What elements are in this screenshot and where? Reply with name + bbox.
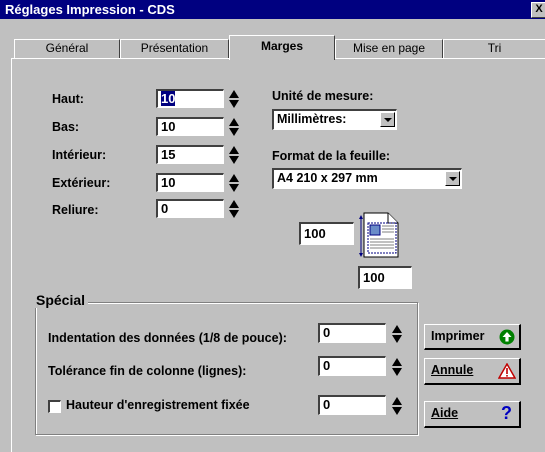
fixed-height-checkbox[interactable] [48, 400, 61, 413]
spinner-reliure[interactable] [229, 199, 240, 220]
paper-select[interactable]: A4 210 x 297 mm [272, 168, 462, 189]
label-haut: Haut: [52, 92, 84, 106]
spinner-indentation[interactable] [392, 324, 403, 345]
unit-select[interactable]: Millimètres: [272, 109, 397, 130]
print-button-label: Imprimer [431, 329, 485, 343]
window-title: Réglages Impression - CDS [5, 2, 175, 17]
help-button-label: Aide [431, 406, 459, 420]
fixed-height-label: Hauteur d'enregistrement fixée [66, 398, 250, 412]
tab-mise-en-page[interactable]: Mise en page [335, 39, 443, 58]
page-layout-icon [358, 211, 404, 262]
input-haut[interactable]: 10 [156, 89, 224, 108]
spinner-haut[interactable] [229, 89, 240, 110]
green-arrow-up-icon [499, 329, 515, 348]
input-preview-height[interactable]: 100 [358, 266, 412, 289]
label-reliure: Reliure: [52, 203, 99, 217]
tab-tri[interactable]: Tri [443, 39, 545, 58]
label-interieur: Intérieur: [52, 148, 107, 162]
spinner-tolerance[interactable] [392, 357, 403, 378]
question-mark-icon: ? [501, 403, 512, 423]
print-button[interactable]: Imprimer [424, 324, 521, 350]
unit-select-value: Millimètres: [277, 112, 347, 126]
unit-label: Unité de mesure: [272, 89, 374, 103]
chevron-down-icon[interactable] [380, 112, 395, 127]
special-caption: Spécial [34, 292, 89, 308]
paper-select-value: A4 210 x 297 mm [277, 171, 378, 185]
input-exterieur[interactable]: 10 [156, 173, 224, 192]
paper-label: Format de la feuille: [272, 149, 391, 163]
spinner-fixed-height[interactable] [392, 396, 403, 417]
spinner-bas[interactable] [229, 117, 240, 138]
help-button[interactable]: Aide ? [424, 401, 521, 428]
warning-triangle-icon [497, 362, 517, 382]
input-fixed-height[interactable]: 0 [318, 395, 386, 415]
input-preview-width[interactable]: 100 [299, 222, 354, 245]
close-button[interactable]: X [531, 2, 545, 18]
spinner-interieur[interactable] [229, 145, 240, 166]
chevron-down-icon[interactable] [445, 171, 460, 186]
input-indentation[interactable]: 0 [318, 323, 386, 343]
cancel-button-label: Annule [431, 363, 474, 377]
title-bar[interactable]: Réglages Impression - CDS X [0, 0, 545, 19]
indent-label: Indentation des données (1/8 de pouce): [48, 331, 287, 345]
cancel-button[interactable]: Annule [424, 358, 521, 385]
input-interieur[interactable]: 15 [156, 145, 224, 164]
input-tolerance[interactable]: 0 [318, 356, 386, 376]
tab-presentation[interactable]: Présentation [120, 39, 229, 58]
tolerance-label: Tolérance fin de colonne (lignes): [48, 364, 247, 378]
label-bas: Bas: [52, 120, 80, 134]
input-bas[interactable]: 10 [156, 117, 224, 136]
input-reliure[interactable]: 0 [156, 199, 224, 218]
tab-general[interactable]: Général [14, 39, 120, 58]
label-exterieur: Extérieur: [52, 176, 111, 190]
spinner-exterieur[interactable] [229, 173, 240, 194]
tab-marges[interactable]: Marges [229, 35, 335, 60]
